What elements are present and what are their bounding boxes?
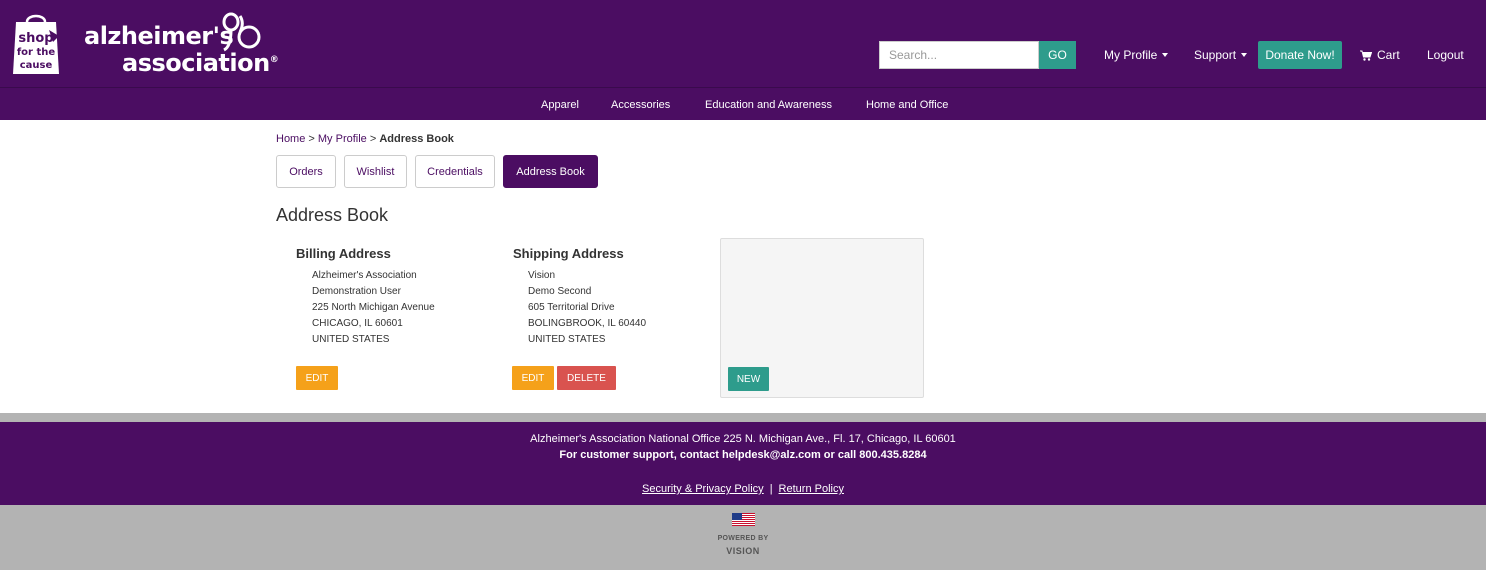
- powered-by-bar: POWERED BY VISION: [0, 505, 1486, 570]
- tab-address-book[interactable]: Address Book: [503, 155, 598, 188]
- powered-by-label: POWERED BY: [717, 535, 769, 542]
- search-input[interactable]: [879, 41, 1039, 69]
- logo-line-1: alzheimer's: [84, 22, 234, 50]
- donate-now-button[interactable]: Donate Now!: [1258, 41, 1342, 69]
- vision-logo[interactable]: VISION: [0, 546, 1486, 556]
- new-address-card: NEW: [720, 238, 924, 398]
- support-dropdown[interactable]: Support: [1194, 41, 1248, 69]
- my-profile-dropdown[interactable]: My Profile: [1104, 41, 1169, 69]
- footer-office-address: Alzheimer's Association National Office …: [530, 433, 956, 445]
- breadcrumb: Home > My Profile > Address Book: [276, 133, 454, 145]
- cart-link[interactable]: Cart: [1360, 41, 1400, 69]
- footer-support-contact: For customer support, contact helpdesk@a…: [559, 449, 927, 461]
- site-header: shop for the cause alzheimer's associati…: [0, 0, 1486, 87]
- footer-policy-links: Security & Privacy Policy | Return Policy: [642, 483, 844, 495]
- billing-address-title: Billing Address: [296, 246, 391, 261]
- logo-line-2: association®: [122, 49, 279, 77]
- us-flag-icon[interactable]: [732, 513, 755, 526]
- site-footer: Alzheimer's Association National Office …: [0, 422, 1486, 505]
- page-title: Address Book: [276, 205, 389, 225]
- svg-text:cause: cause: [20, 60, 53, 71]
- shipping-address-title: Shipping Address: [513, 246, 624, 261]
- privacy-policy-link[interactable]: Security & Privacy Policy: [642, 483, 764, 495]
- billing-edit-button[interactable]: EDIT: [296, 366, 338, 390]
- billing-address-lines: Alzheimer's Association Demonstration Us…: [312, 270, 435, 345]
- category-nav: Apparel Accessories Education and Awaren…: [0, 87, 1486, 120]
- nav-home-office[interactable]: Home and Office: [866, 88, 948, 121]
- svg-text:shop: shop: [18, 31, 53, 46]
- caret-down-icon: [1241, 53, 1248, 57]
- search-go-button[interactable]: GO: [1039, 41, 1076, 69]
- breadcrumb-current: Address Book: [379, 133, 454, 145]
- nav-education-awareness[interactable]: Education and Awareness: [705, 88, 832, 121]
- caret-down-icon: [1162, 53, 1169, 57]
- logout-link[interactable]: Logout: [1427, 41, 1464, 69]
- tab-wishlist[interactable]: Wishlist: [344, 155, 407, 188]
- alz-brain-mark-icon: [222, 12, 261, 52]
- return-policy-link[interactable]: Return Policy: [779, 483, 844, 495]
- shipping-edit-button[interactable]: EDIT: [512, 366, 554, 390]
- shipping-address-lines: Vision Demo Second 605 Territorial Drive…: [528, 270, 647, 345]
- shop-for-the-cause-logo[interactable]: shop for the cause: [13, 12, 59, 74]
- svg-text:for the: for the: [17, 47, 56, 58]
- shipping-delete-button[interactable]: DELETE: [557, 366, 616, 390]
- nav-apparel[interactable]: Apparel: [541, 88, 579, 121]
- footer-divider: [0, 413, 1486, 422]
- breadcrumb-my-profile[interactable]: My Profile: [318, 133, 367, 145]
- breadcrumb-home[interactable]: Home: [276, 133, 305, 145]
- tab-credentials[interactable]: Credentials: [415, 155, 495, 188]
- cart-icon: [1360, 50, 1372, 61]
- tab-orders[interactable]: Orders: [276, 155, 336, 188]
- new-address-button[interactable]: NEW: [728, 367, 769, 391]
- nav-accessories[interactable]: Accessories: [611, 88, 670, 121]
